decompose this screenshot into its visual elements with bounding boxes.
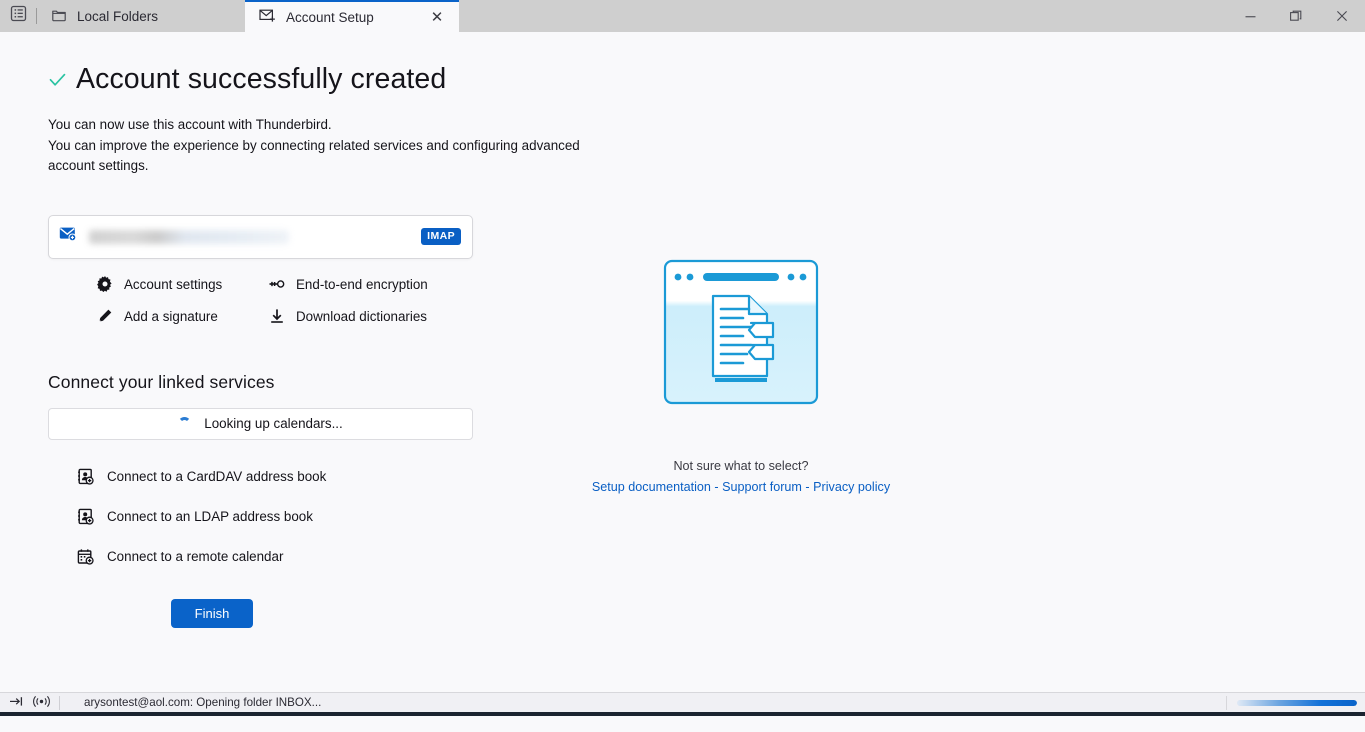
connect-remote-calendar-link[interactable]: Connect to a remote calendar [76, 548, 608, 566]
tab-account-setup[interactable]: Account Setup ✕ [245, 0, 459, 32]
account-email-redacted [89, 229, 289, 244]
window-controls [1227, 0, 1365, 32]
lookup-status-text: Looking up calendars... [204, 416, 343, 432]
connect-links: Connect to a CardDAV address book Connec… [48, 468, 608, 566]
support-forum-link[interactable]: Support forum [722, 480, 802, 494]
setup-left-column: Account successfully created You can now… [48, 62, 608, 628]
key-icon [268, 276, 285, 293]
subtitle-line-1: You can now use this account with Thunde… [48, 117, 332, 133]
account-actions: Account settings End-to-end encryption A… [48, 276, 473, 325]
restore-button[interactable] [1273, 0, 1319, 32]
account-settings-link[interactable]: Account settings [96, 276, 268, 293]
subtitle-line-2: You can improve the experience by connec… [48, 137, 580, 174]
tabbar-empty-space [459, 0, 1227, 32]
envelope-account-icon [59, 226, 78, 247]
loading-spinner-icon [178, 417, 192, 430]
spaces-toolbar-icon [10, 5, 27, 27]
link-separator-2: - [801, 480, 814, 494]
taskbar-sliver [0, 712, 1365, 716]
statusbar-divider [59, 695, 60, 710]
status-badge: IMAP [421, 227, 461, 246]
account-setup-page: Account successfully created You can now… [0, 32, 1365, 716]
setup-help-column: Not sure what to select? Setup documenta… [592, 257, 890, 494]
link-label: Add a signature [124, 308, 218, 324]
statusbar-progress-wrap [1226, 695, 1365, 710]
link-label: End-to-end encryption [296, 276, 428, 292]
page-title-text: Account successfully created [76, 63, 447, 95]
calendar-add-icon [76, 548, 94, 566]
finish-button[interactable]: Finish [171, 598, 253, 628]
folder-icon [51, 7, 67, 26]
tab-local-folders[interactable]: Local Folders [37, 0, 245, 32]
link-label: Account settings [124, 276, 223, 292]
link-label: Connect to a CardDAV address book [107, 469, 327, 485]
end-to-end-encryption-link[interactable]: End-to-end encryption [268, 276, 473, 293]
minimize-button[interactable] [1227, 0, 1273, 32]
network-activity-icon[interactable] [33, 695, 50, 711]
privacy-policy-link[interactable]: Privacy policy [813, 480, 890, 494]
connect-carddav-link[interactable]: Connect to a CardDAV address book [76, 468, 608, 486]
statusbar: arysontest@aol.com: Opening folder INBOX… [0, 692, 1365, 712]
add-signature-link[interactable]: Add a signature [96, 308, 268, 325]
spaces-toolbar-button[interactable] [0, 0, 36, 32]
tab-label: Account Setup [286, 9, 374, 25]
setup-documentation-link[interactable]: Setup documentation [592, 480, 711, 494]
address-book-add-icon [76, 468, 94, 486]
progress-bar [1237, 699, 1357, 706]
download-dictionaries-link[interactable]: Download dictionaries [268, 308, 473, 325]
go-offline-icon[interactable] [9, 695, 24, 711]
titlebar: Local Folders Account Setup ✕ [0, 0, 1365, 32]
new-mail-account-icon [259, 8, 276, 26]
tab-label: Local Folders [77, 8, 159, 24]
connect-ldap-link[interactable]: Connect to an LDAP address book [76, 508, 608, 526]
finish-button-row: Finish [48, 598, 608, 628]
close-button[interactable] [1319, 0, 1365, 32]
pencil-icon [96, 308, 113, 325]
statusbar-message: arysontest@aol.com: Opening folder INBOX… [84, 696, 322, 709]
gear-icon [96, 276, 113, 293]
download-icon [268, 308, 285, 325]
document-window-illustration [663, 257, 819, 407]
link-separator-1: - [710, 480, 723, 494]
page-subtitle: You can now use this account with Thunde… [48, 115, 608, 177]
statusbar-icons [0, 695, 71, 711]
link-label: Connect to a remote calendar [107, 549, 284, 565]
statusbar-divider-right [1226, 695, 1227, 710]
help-prompt: Not sure what to select? [673, 459, 809, 473]
link-label: Download dictionaries [296, 308, 428, 324]
checkmark-icon [48, 70, 67, 89]
account-summary-card[interactable]: IMAP [48, 214, 473, 259]
link-label: Connect to an LDAP address book [107, 509, 313, 525]
help-links: Setup documentation - Support forum - Pr… [592, 480, 890, 494]
calendar-lookup-status: Looking up calendars... [48, 407, 473, 440]
close-icon[interactable]: ✕ [427, 7, 447, 27]
linked-services-heading: Connect your linked services [48, 371, 275, 392]
address-book-add-icon [76, 508, 94, 526]
page-title: Account successfully created [48, 62, 608, 96]
